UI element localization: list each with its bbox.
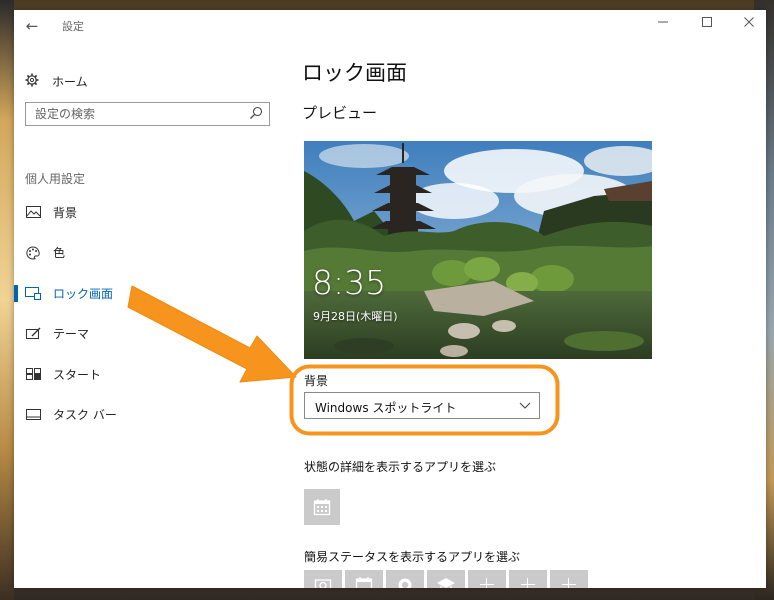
preview-date: 9月28日(木曜日) [313, 310, 398, 323]
plus-icon [521, 578, 535, 588]
sidebar-item-start[interactable]: スタート [14, 354, 284, 395]
plus-icon [480, 578, 494, 588]
preview-heading: プレビュー [302, 104, 378, 122]
sidebar-item-background[interactable]: 背景 [14, 192, 284, 233]
picture-icon [25, 205, 41, 219]
quick-app-add-button[interactable] [468, 570, 506, 588]
sidebar-item-label: テーマ [53, 327, 90, 342]
main-content: ロック画面 プレビュー 8:35 9月28日(木曜日) 背景 Windows ス… [302, 42, 752, 588]
background-dropdown-value: Windows スポットライト [315, 401, 457, 415]
quick-app-skype-button[interactable] [386, 570, 424, 588]
maximize-button[interactable] [692, 14, 722, 36]
settings-search-box[interactable] [25, 102, 270, 126]
detail-apps-label: 状態の詳細を表示するアプリを選ぶ [304, 460, 497, 474]
calendar-icon [313, 499, 331, 516]
camera-icon [314, 579, 332, 588]
settings-window: ← 設定 ホーム 設定の検索 個人用設定 背景 色 ロック画面 テーマ スタート… [14, 10, 766, 588]
sidebar: ホーム 個人用設定 背景 色 [14, 42, 284, 588]
quick-app-add-button[interactable] [550, 570, 588, 588]
window-title: 設定 [62, 20, 84, 33]
quick-apps-row [304, 570, 588, 588]
home-nav-item[interactable]: ホーム [24, 69, 88, 93]
lock-screen-icon [25, 286, 41, 300]
preview-clock: 8:35 [312, 263, 387, 302]
calendar-icon [355, 577, 373, 588]
quick-app-add-button[interactable] [509, 570, 547, 588]
page-title: ロック画面 [302, 61, 407, 85]
sidebar-item-lock-screen[interactable]: ロック画面 [14, 273, 284, 314]
quick-app-camera-button[interactable] [304, 570, 342, 588]
quick-apps-label: 簡易ステータスを表示するアプリを選ぶ [304, 550, 521, 564]
search-input[interactable] [26, 103, 245, 125]
search-icon[interactable] [249, 106, 263, 120]
theme-icon [25, 327, 41, 341]
quick-app-calendar-button[interactable] [345, 570, 383, 588]
close-button[interactable] [734, 14, 764, 36]
detail-app-calendar-button[interactable] [304, 489, 340, 525]
sidebar-item-label: 背景 [53, 205, 78, 220]
sidebar-item-theme[interactable]: テーマ [14, 314, 284, 355]
active-indicator [14, 285, 18, 302]
desktop-background-left [0, 0, 14, 600]
taskbar-icon [25, 408, 41, 422]
minimize-icon [658, 21, 668, 23]
quick-app-store-button[interactable] [427, 570, 465, 588]
background-label: 背景 [304, 374, 329, 388]
sidebar-item-label: ロック画面 [53, 286, 114, 301]
back-arrow-icon[interactable]: ← [22, 16, 42, 36]
sidebar-item-label: タスク バー [53, 408, 117, 423]
sidebar-item-taskbar[interactable]: タスク バー [14, 395, 284, 436]
skype-icon [398, 578, 412, 588]
background-dropdown[interactable]: Windows スポットライト [304, 392, 540, 419]
maximize-icon [702, 17, 712, 27]
sidebar-item-label: 色 [53, 246, 66, 261]
section-label-personalization: 個人用設定 [25, 172, 86, 186]
plus-icon [562, 578, 576, 588]
home-label: ホーム [52, 74, 88, 89]
lock-screen-preview: 8:35 9月28日(木曜日) [304, 141, 652, 359]
sidebar-nav: 背景 色 ロック画面 テーマ スタート タスク バー [14, 192, 284, 435]
palette-icon [25, 246, 41, 260]
preview-image [304, 141, 652, 359]
start-icon [25, 367, 41, 381]
sidebar-item-color[interactable]: 色 [14, 233, 284, 274]
sidebar-item-label: スタート [53, 367, 102, 382]
title-bar: ← 設定 [14, 10, 766, 42]
store-icon [437, 578, 455, 588]
chevron-down-icon [519, 402, 531, 409]
minimize-button[interactable] [648, 14, 678, 36]
gear-icon [24, 73, 40, 89]
close-icon [744, 17, 754, 27]
